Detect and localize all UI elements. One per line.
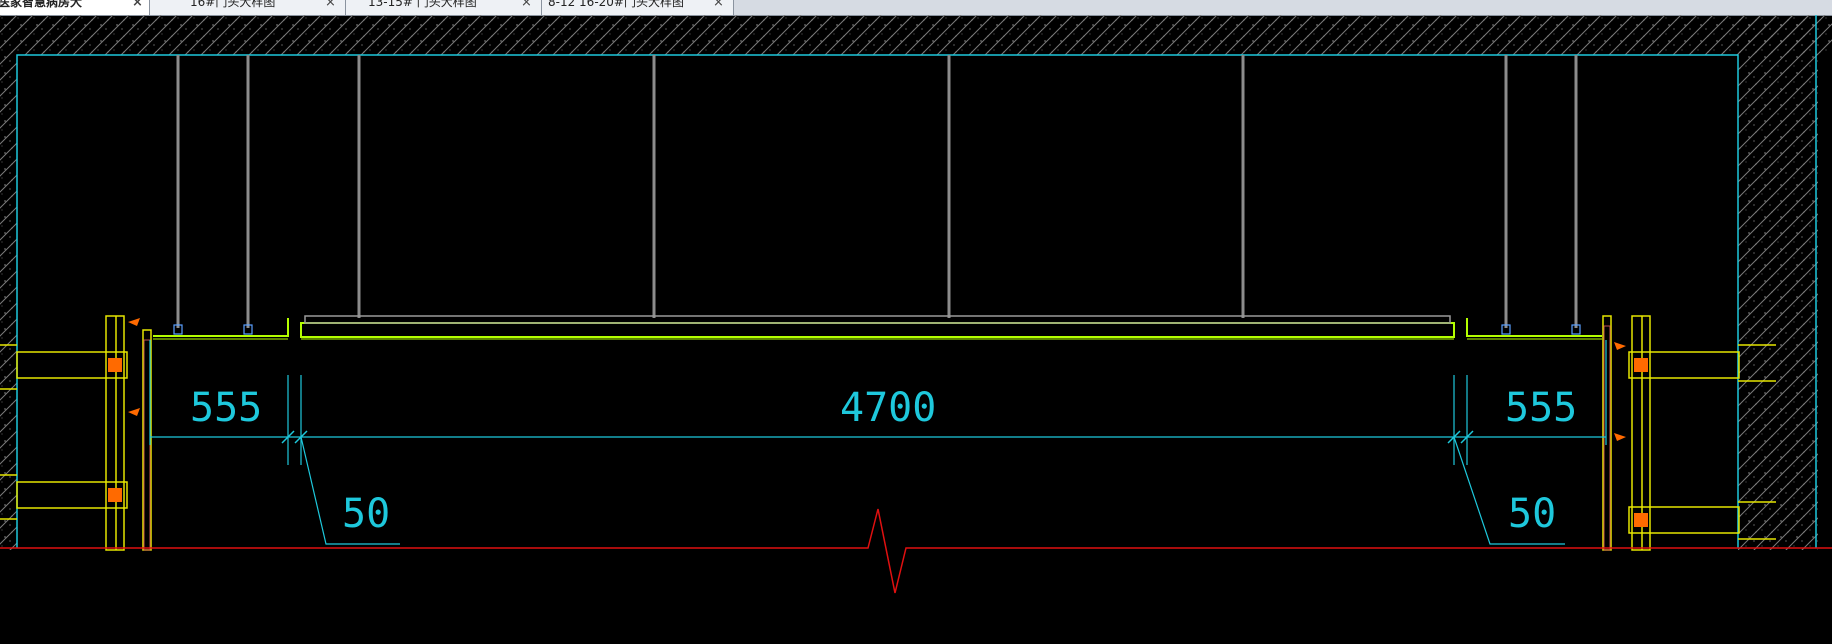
tab-drawing-2[interactable]: 16#门头大样图 ×	[150, 0, 346, 15]
break-line	[0, 508, 1832, 594]
tab-label: 8-12 16-20#门头大样图	[548, 0, 684, 9]
right-wall-hatch	[1738, 15, 1818, 550]
rod-clips	[173, 324, 1581, 335]
structure-outline	[16, 54, 1739, 548]
ceiling-panels	[153, 318, 1602, 340]
left-wall-hatch-strip	[143, 339, 151, 551]
cad-drawing-canvas[interactable]: 555 4700 555 50 50	[0, 15, 1832, 644]
document-tab-bar: 医家智慧病房大 × 16#门头大样图 × 13-15# 门头大样图 × 8-12…	[0, 0, 1832, 16]
dim-right-555: 555	[1505, 385, 1577, 431]
tab-label: 16#门头大样图	[190, 0, 276, 9]
close-icon[interactable]: ×	[521, 0, 532, 9]
light-trough	[304, 315, 1451, 324]
close-icon[interactable]: ×	[132, 0, 143, 9]
dim-right-50: 50	[1508, 491, 1556, 537]
right-anchors	[1614, 342, 1648, 527]
hanger-rods	[176, 55, 1578, 328]
dim-left-50: 50	[342, 491, 390, 537]
tab-drawing-1[interactable]: 医家智慧病房大 ×	[0, 0, 150, 15]
close-icon[interactable]: ×	[713, 0, 724, 9]
dim-center-4700: 4700	[840, 385, 936, 431]
dim-left-555: 555	[190, 385, 262, 431]
tab-label: 医家智慧病房大	[0, 0, 83, 9]
close-icon[interactable]: ×	[325, 0, 336, 9]
tab-drawing-3[interactable]: 13-15# 门头大样图 ×	[346, 0, 542, 15]
tab-label: 13-15# 门头大样图	[368, 0, 477, 9]
ceiling-slab-hatch	[0, 15, 1832, 55]
right-wall-hatch-strip	[1603, 325, 1611, 551]
left-wall-frame	[0, 315, 152, 551]
tab-drawing-4[interactable]: 8-12 16-20#门头大样图 ×	[542, 0, 734, 15]
